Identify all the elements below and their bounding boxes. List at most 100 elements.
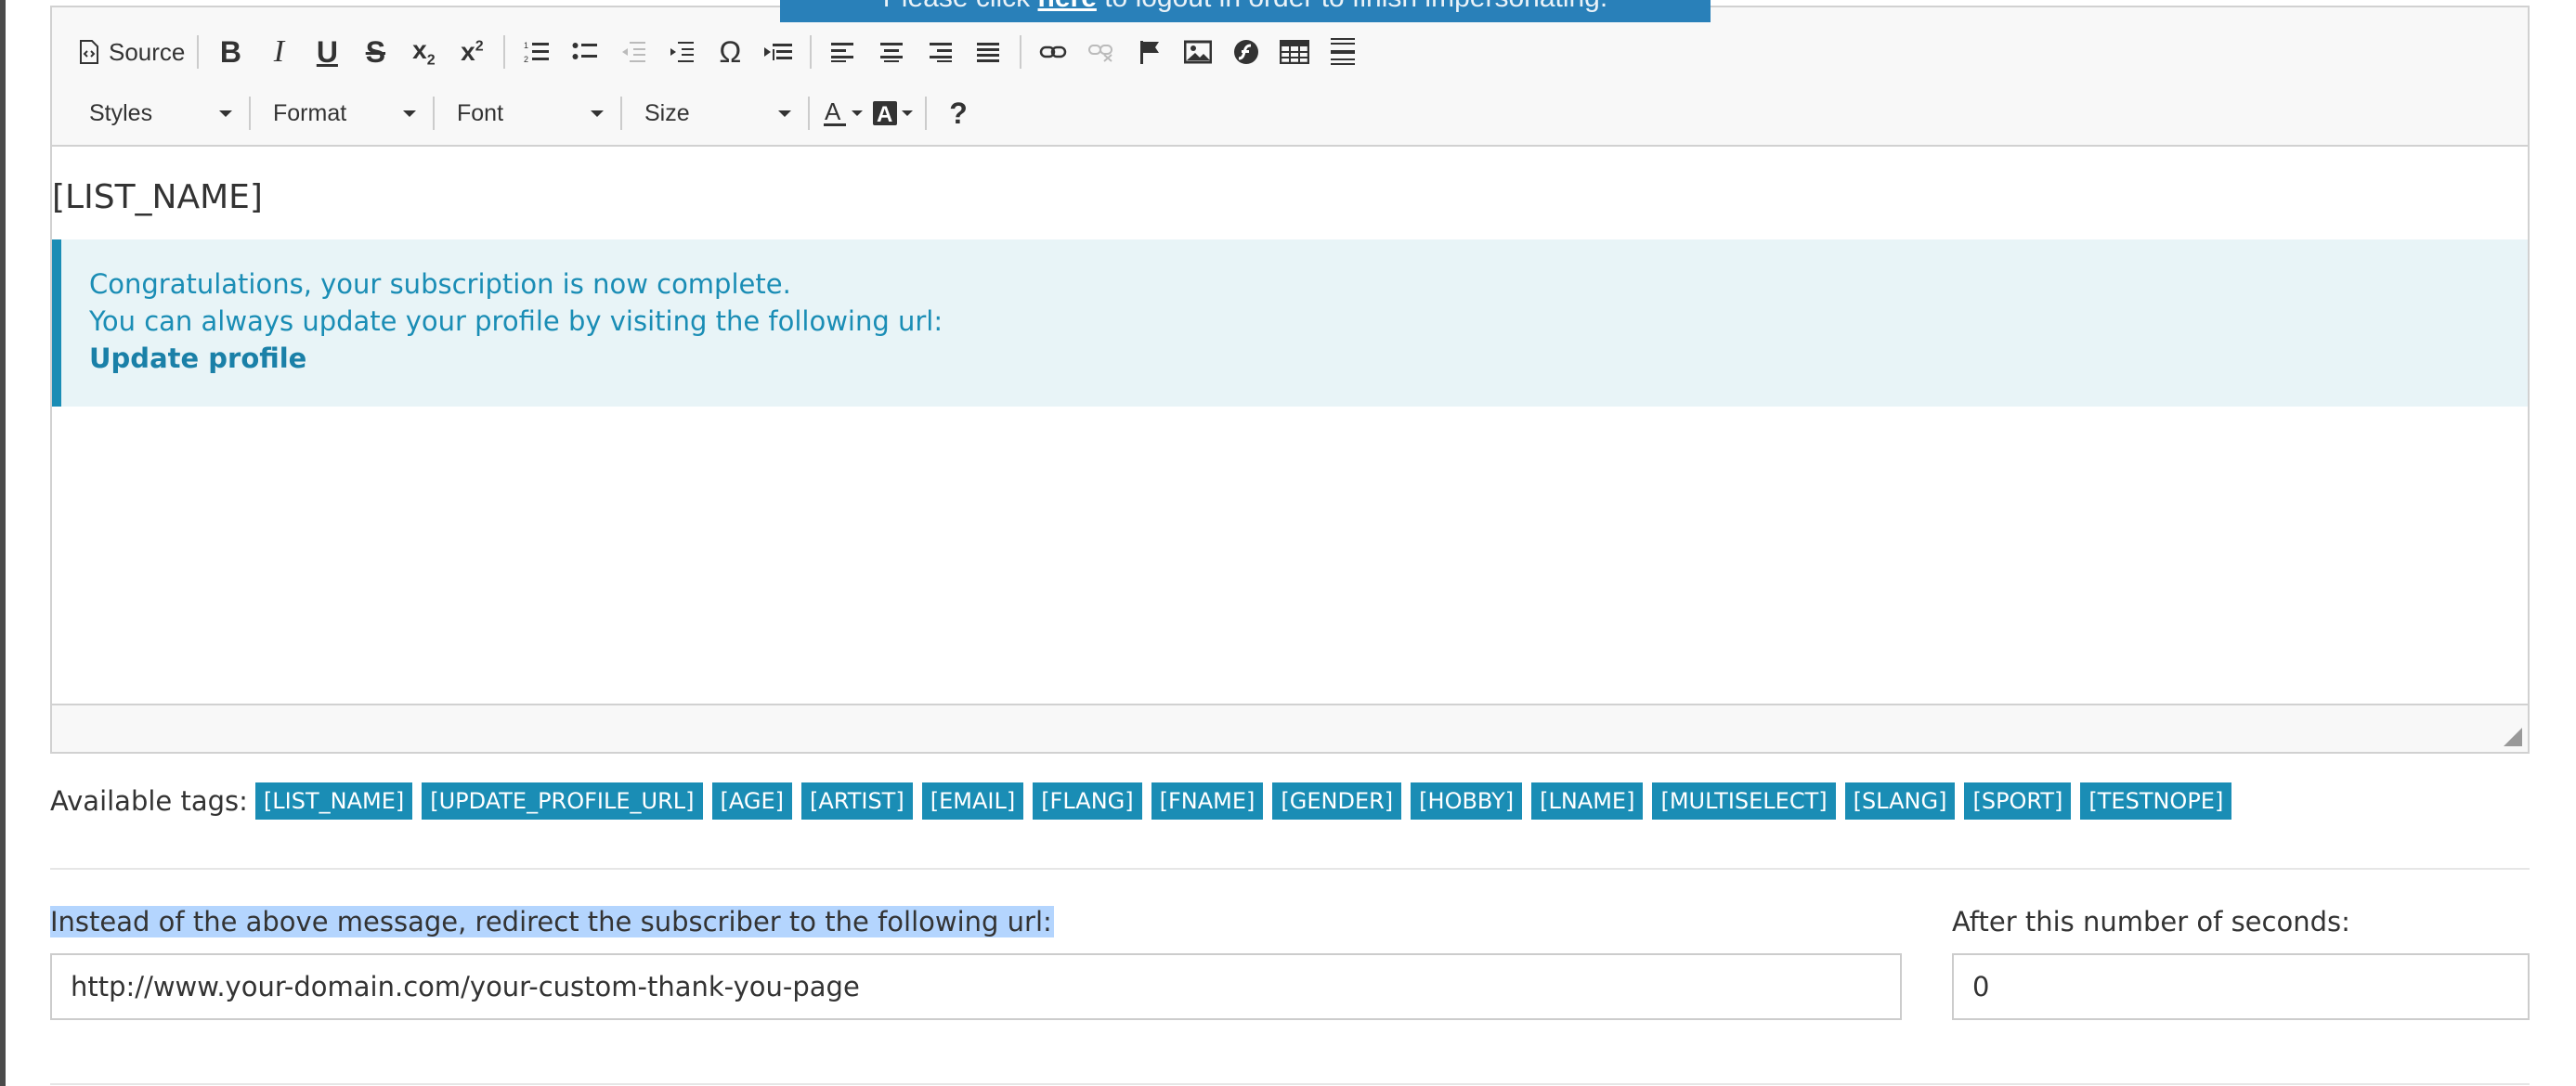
- help-button[interactable]: ?: [934, 89, 982, 137]
- section-divider: [50, 1083, 2530, 1085]
- justify-icon: [976, 41, 1000, 63]
- tag-lname[interactable]: [LNAME]: [1531, 782, 1644, 820]
- tag-slang[interactable]: [SLANG]: [1844, 782, 1956, 820]
- toolbar-separator: [808, 97, 810, 130]
- tag-multiselect[interactable]: [MULTISELECT]: [1652, 782, 1836, 820]
- text-color-icon: A: [822, 99, 848, 127]
- redirect-url-input[interactable]: [50, 953, 1902, 1020]
- underline-icon: U: [316, 34, 338, 69]
- subscript-button[interactable]: x2: [399, 28, 448, 76]
- link-icon: [1039, 43, 1067, 61]
- table-icon: [1280, 40, 1310, 64]
- align-left-icon: [831, 41, 855, 63]
- tag-flang[interactable]: [FLANG]: [1033, 782, 1142, 820]
- bulleted-list-button[interactable]: [561, 28, 609, 76]
- update-profile-link[interactable]: Update profile: [89, 340, 943, 377]
- toolbar-row-2: Styles Format Font Size A A ?: [74, 87, 982, 139]
- tag-update-profile-url[interactable]: [UPDATE_PROFILE_URL]: [422, 782, 703, 820]
- format-dropdown[interactable]: Format: [258, 91, 425, 136]
- help-icon: ?: [949, 96, 968, 130]
- source-button[interactable]: Source: [74, 28, 189, 76]
- success-callout: Congratulations, your subscription is no…: [52, 239, 2528, 407]
- outdent-icon: [620, 40, 646, 64]
- toolbar-separator: [433, 97, 435, 130]
- tag-email[interactable]: [EMAIL]: [921, 782, 1024, 820]
- rich-text-editor: Source B I U S x2 x2 12 Ω Styles Format …: [50, 6, 2530, 754]
- underline-button[interactable]: U: [303, 28, 351, 76]
- available-tags: Available tags: [LIST_NAME] [UPDATE_PROF…: [50, 782, 2241, 821]
- flash-button[interactable]: [1222, 28, 1270, 76]
- toolbar-separator: [620, 97, 622, 130]
- strikethrough-button[interactable]: S: [351, 28, 399, 76]
- section-divider: [50, 868, 2530, 870]
- impersonation-banner: Please click here to logout in order to …: [780, 0, 1711, 22]
- bulleted-list-icon: [572, 40, 598, 64]
- align-right-button[interactable]: [916, 28, 964, 76]
- styles-dropdown[interactable]: Styles: [74, 91, 241, 136]
- flash-icon: [1233, 39, 1259, 65]
- special-character-icon: Ω: [719, 34, 742, 69]
- size-dropdown[interactable]: Size: [630, 91, 800, 136]
- callout-text: Congratulations, your subscription is no…: [89, 265, 943, 377]
- callout-line-1: Congratulations, your subscription is no…: [89, 268, 791, 300]
- source-icon: [79, 40, 99, 64]
- special-character-button[interactable]: Ω: [706, 28, 754, 76]
- link-button[interactable]: [1029, 28, 1077, 76]
- strikethrough-icon: S: [365, 34, 386, 69]
- superscript-button[interactable]: x2: [448, 28, 496, 76]
- toolbar-row-1: Source B I U S x2 x2 12 Ω: [74, 26, 1367, 78]
- banner-text-after: to logout in order to finish impersonati…: [1097, 0, 1607, 13]
- callout-line-2: You can always update your profile by vi…: [89, 305, 943, 337]
- align-left-button[interactable]: [819, 28, 867, 76]
- chevron-down-icon: [852, 110, 863, 116]
- background-color-button[interactable]: A: [867, 89, 917, 137]
- align-center-button[interactable]: [867, 28, 916, 76]
- image-button[interactable]: [1174, 28, 1222, 76]
- logout-link[interactable]: here: [1038, 0, 1097, 13]
- svg-text:2: 2: [524, 55, 528, 64]
- tag-gender[interactable]: [GENDER]: [1272, 782, 1402, 820]
- justify-button[interactable]: [964, 28, 1012, 76]
- blockquote-icon: [763, 40, 793, 64]
- svg-text:1: 1: [524, 41, 528, 50]
- horizontal-line-icon: [1330, 37, 1356, 67]
- font-dropdown-label: Font: [457, 99, 504, 126]
- size-dropdown-label: Size: [644, 99, 690, 126]
- numbered-list-button[interactable]: 12: [513, 28, 561, 76]
- table-button[interactable]: [1270, 28, 1319, 76]
- horizontal-line-button[interactable]: [1319, 28, 1367, 76]
- tag-sport[interactable]: [SPORT]: [1964, 782, 2072, 820]
- superscript-icon: x2: [461, 37, 484, 66]
- font-dropdown[interactable]: Font: [442, 91, 613, 136]
- bold-button[interactable]: B: [206, 28, 254, 76]
- unlink-icon: [1087, 42, 1115, 62]
- outdent-button[interactable]: [609, 28, 657, 76]
- align-right-icon: [928, 41, 953, 63]
- editor-content-area[interactable]: [LIST_NAME] Congratulations, your subscr…: [52, 147, 2528, 707]
- tag-list-name[interactable]: [LIST_NAME]: [254, 782, 413, 820]
- indent-button[interactable]: [657, 28, 706, 76]
- tag-testnope[interactable]: [TESTNOPE]: [2080, 782, 2232, 820]
- tag-hobby[interactable]: [HOBBY]: [1411, 782, 1523, 820]
- resize-handle-icon[interactable]: [2504, 728, 2522, 746]
- toolbar-separator: [925, 97, 927, 130]
- text-color-button[interactable]: A: [817, 89, 867, 137]
- italic-button[interactable]: I: [254, 28, 303, 76]
- indent-icon: [669, 40, 695, 64]
- redirect-seconds-label: After this number of seconds:: [1952, 906, 2350, 937]
- unlink-button[interactable]: [1077, 28, 1125, 76]
- editor-status-bar: [52, 704, 2528, 752]
- redirect-seconds-input[interactable]: [1952, 953, 2530, 1020]
- anchor-button[interactable]: [1125, 28, 1174, 76]
- chevron-down-icon: [591, 110, 604, 117]
- page-left-border: [0, 0, 6, 1086]
- toolbar-separator: [197, 35, 200, 69]
- svg-text:A: A: [825, 99, 841, 125]
- tag-age[interactable]: [AGE]: [711, 782, 792, 820]
- toolbar-separator: [249, 97, 251, 130]
- tag-artist[interactable]: [ARTIST]: [801, 782, 913, 820]
- list-name-heading: [LIST_NAME]: [52, 178, 263, 216]
- blockquote-button[interactable]: [754, 28, 802, 76]
- tag-fname[interactable]: [FNAME]: [1151, 782, 1264, 820]
- align-center-icon: [879, 41, 904, 63]
